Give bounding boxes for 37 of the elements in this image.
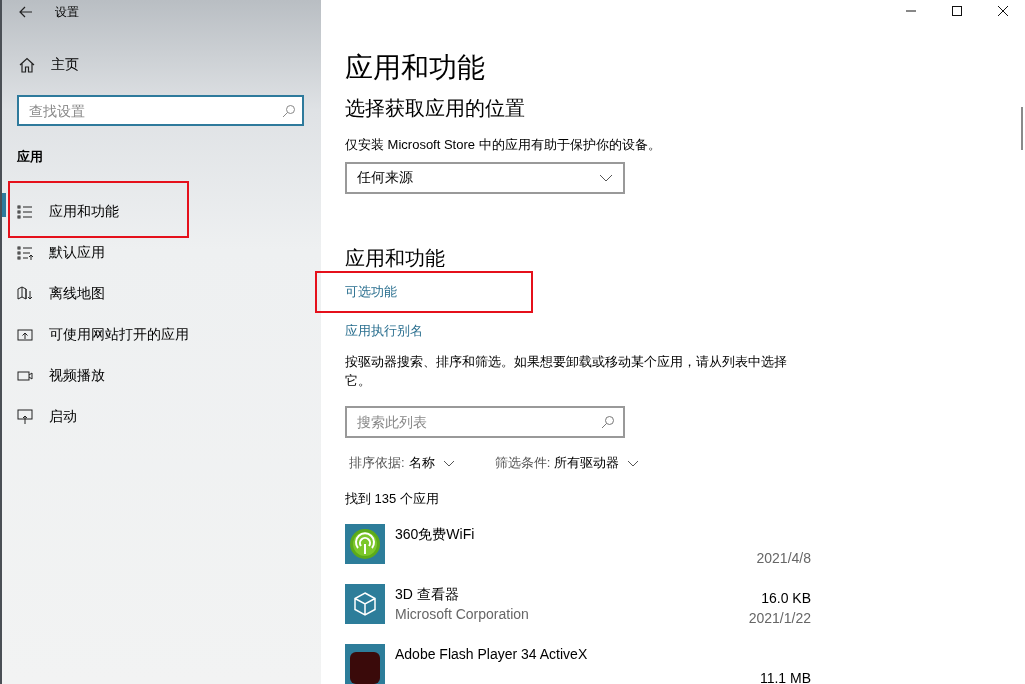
window-title: 设置 bbox=[55, 3, 79, 21]
app-list-item[interactable]: 360免费WiFi 2021/4/8 bbox=[345, 524, 811, 568]
source-note: 仅安装 Microsoft Store 中的应用有助于保护你的设备。 bbox=[345, 136, 662, 154]
section-heading: 选择获取应用的位置 bbox=[345, 96, 526, 121]
search-icon bbox=[601, 415, 615, 429]
description: 按驱动器搜索、排序和筛选。如果想要卸载或移动某个应用，请从列表中选择它。 bbox=[345, 353, 788, 390]
page-title: 应用和功能 bbox=[345, 51, 486, 85]
section-heading: 应用和功能 bbox=[345, 246, 446, 271]
list-arrow-icon bbox=[17, 245, 33, 261]
map-icon bbox=[17, 286, 33, 302]
link[interactable]: 应用执行别名 bbox=[345, 321, 423, 340]
app-list-item[interactable]: Adobe Flash Player 34 ActiveX 11.1 MB bbox=[345, 644, 811, 684]
chevron-down-icon bbox=[599, 174, 613, 182]
chevron-down-icon bbox=[627, 459, 640, 467]
camera-icon bbox=[17, 368, 33, 384]
app-list-item[interactable]: 3D 查看器 Microsoft Corporation 16.0 KB 2021/1/22 bbox=[345, 584, 811, 628]
search-icon bbox=[282, 104, 296, 118]
chevron-down-icon bbox=[442, 459, 455, 467]
search-field[interactable]: 查找设置 bbox=[17, 95, 304, 126]
scrollbar[interactable] bbox=[1021, 107, 1023, 150]
close-icon[interactable] bbox=[997, 5, 1009, 17]
home-nav-item[interactable]: 主页 bbox=[19, 56, 89, 74]
sort-dropdown[interactable]: 排序依据: 名称 bbox=[349, 454, 455, 472]
app-count: 找到 135 个应用 bbox=[345, 490, 440, 508]
section-heading: 应用 bbox=[17, 148, 44, 166]
link[interactable]: 可选功能 bbox=[345, 282, 397, 301]
source-dropdown[interactable]: 任何来源 bbox=[345, 162, 625, 194]
filter-dropdown[interactable]: 筛选条件: 所有驱动器 bbox=[494, 454, 640, 472]
cube-icon bbox=[345, 584, 385, 624]
app-icon bbox=[345, 644, 385, 684]
list-icon bbox=[17, 204, 33, 220]
monitor-icon bbox=[17, 409, 33, 425]
maximize-icon[interactable] bbox=[951, 5, 963, 17]
back-arrow-icon[interactable] bbox=[19, 6, 33, 18]
signal-icon bbox=[345, 524, 385, 564]
search-field[interactable]: 搜索此列表 bbox=[345, 406, 625, 438]
home-icon bbox=[19, 57, 35, 73]
